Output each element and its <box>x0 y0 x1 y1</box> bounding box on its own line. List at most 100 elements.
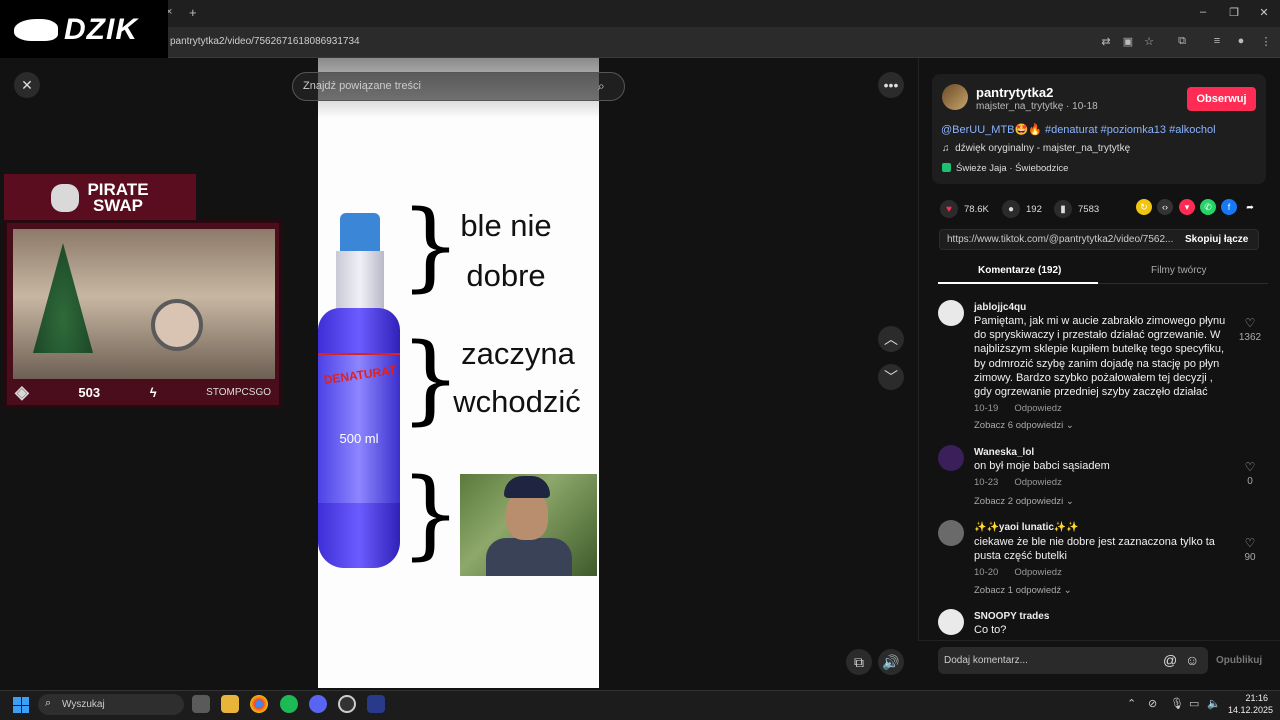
comment-like-count: 0 <box>1247 476 1253 487</box>
system-clock[interactable]: 21:16 14.12.2025 <box>1228 692 1273 716</box>
comment-text: on był moje babci sąsiadem <box>974 460 1110 472</box>
mention-icon[interactable]: @ <box>1163 652 1177 668</box>
send-icon[interactable]: ▾ <box>1179 199 1195 215</box>
reading-list-icon[interactable]: ≡ <box>1209 35 1225 47</box>
emoji-icon[interactable]: ☺ <box>1185 652 1199 668</box>
menu-icon[interactable]: ⋮ <box>1258 35 1274 48</box>
reply-button[interactable]: Odpowiedz <box>1014 567 1062 578</box>
speaker-icon: 🔊 <box>882 653 900 670</box>
meme-text-1a: ble nie <box>460 208 552 243</box>
microphone-icon[interactable]: 🎙 <box>1170 697 1184 710</box>
reply-button[interactable]: Odpowiedz <box>1014 477 1062 488</box>
comment-meta: 10-23 Odpowiedz <box>974 477 1062 488</box>
share-arrow-icon[interactable]: ➦ <box>1242 199 1258 215</box>
comment-meta: 10-20 Odpowiedz <box>974 567 1062 578</box>
display-icon[interactable]: ▭ <box>1189 697 1199 710</box>
sound-info[interactable]: ♫ dźwięk oryginalny - majster_na_trytytk… <box>942 143 1130 154</box>
close-window-button[interactable]: ✕ <box>1254 6 1274 19</box>
file-explorer-icon[interactable] <box>221 695 239 713</box>
obs-icon[interactable] <box>338 695 356 713</box>
heart-icon: ♥ <box>940 200 958 218</box>
floating-player-button[interactable]: ⧉ <box>846 649 872 675</box>
post-caption[interactable]: @BerUU_MTB🤩🔥 #denaturat #poziomka13 #alk… <box>941 123 1216 136</box>
author-subline: majster_na_trytytkę · 10-18 <box>976 101 1098 112</box>
minimize-button[interactable]: – <box>1193 6 1213 18</box>
volume-button[interactable]: 🔊 <box>878 649 904 675</box>
brace-icon: } <box>400 458 462 570</box>
like-stat[interactable]: ♥ 78.6K <box>940 200 989 218</box>
streamer <box>151 299 203 351</box>
windows-start-icon[interactable] <box>13 697 29 713</box>
tab-comments[interactable]: Komentarze (192) <box>978 265 1061 276</box>
chrome-icon[interactable] <box>250 695 268 713</box>
comment-author[interactable]: jablojjc4qu <box>974 302 1026 313</box>
meme-text-2b: wchodzić <box>453 384 581 419</box>
maximize-button[interactable]: ❐ <box>1224 6 1244 19</box>
discord-icon[interactable] <box>309 695 327 713</box>
search-icon[interactable]: ⌕ <box>598 79 612 93</box>
chevron-up-icon[interactable]: ⌃ <box>1127 697 1136 710</box>
comment-author[interactable]: Waneska_lol <box>974 447 1034 458</box>
man-face-image <box>460 474 597 576</box>
copy-link-button[interactable]: Skopiuj łącze <box>1185 234 1248 245</box>
close-video-button[interactable]: ✕ <box>14 72 40 98</box>
commenter-avatar[interactable] <box>938 520 964 546</box>
facebook-icon[interactable]: f <box>1221 199 1237 215</box>
embed-icon[interactable]: ‹› <box>1157 199 1173 215</box>
denaturat-bottle-image: DENATURAT 500 ml <box>318 213 400 573</box>
spotify-icon[interactable] <box>280 695 298 713</box>
comment-like-count: 90 <box>1244 552 1256 563</box>
author-avatar[interactable] <box>942 84 968 110</box>
taskbar-search[interactable]: Wyszukaj <box>38 694 184 715</box>
profile-icon[interactable]: ● <box>1233 35 1249 47</box>
save-stat[interactable]: ▮ 7583 <box>1054 200 1099 218</box>
comment-like-icon[interactable]: ♡ <box>1235 316 1265 330</box>
christmas-tree <box>33 243 93 353</box>
youtube-channel: STOMPCSGO <box>206 386 271 398</box>
install-icon[interactable]: ▣ <box>1120 35 1136 48</box>
commenter-avatar[interactable] <box>938 300 964 326</box>
new-tab-button[interactable]: + <box>189 5 197 20</box>
view-replies-button[interactable]: Zobacz 1 odpowiedź ⌄ <box>974 585 1072 596</box>
comment-like-icon[interactable]: ♡ <box>1235 536 1265 550</box>
next-video-button[interactable]: ﹀ <box>878 364 904 390</box>
meme-text-2a: zaczyna <box>461 336 575 371</box>
author-username[interactable]: pantrytytka2 <box>976 85 1053 100</box>
tab-creator-videos[interactable]: Filmy twórcy <box>1151 265 1207 276</box>
repost-icon[interactable]: ↻ <box>1136 199 1152 215</box>
extensions-icon[interactable]: ⧉ <box>1174 35 1190 48</box>
video-player[interactable]: DENATURAT 500 ml } ble nie dobre } zaczy… <box>318 58 599 688</box>
more-options-button[interactable]: ••• <box>878 72 904 98</box>
url-text[interactable]: pantrytytka2/video/7562671618086931734 <box>170 36 360 47</box>
publish-button[interactable]: Opublikuj <box>1216 655 1262 666</box>
view-replies-button[interactable]: Zobacz 6 odpowiedzi ⌄ <box>974 420 1074 431</box>
related-search-input[interactable]: Znajdź powiązane treści <box>292 72 625 101</box>
chevron-down-icon: ﹀ <box>884 369 898 385</box>
bookmark-star-icon[interactable]: ☆ <box>1141 35 1157 48</box>
translate-icon[interactable]: ⇄ <box>1098 35 1114 48</box>
close-icon: ✕ <box>21 76 33 93</box>
lightning-icon: ϟ <box>149 384 157 400</box>
comment-text: Pamiętam, jak mi w aucie zabrakło zimowe… <box>974 315 1226 399</box>
previous-video-button[interactable]: ︿ <box>878 326 904 352</box>
music-note-icon: ♫ <box>942 143 953 154</box>
bookmark-icon: ▮ <box>1054 200 1072 218</box>
whatsapp-icon[interactable]: ✆ <box>1200 199 1216 215</box>
comment-stat[interactable]: ● 192 <box>1002 200 1042 218</box>
network-off-icon[interactable]: ⊘ <box>1148 697 1157 710</box>
comment-author[interactable]: ✨✨yaoi lunatic✨✨ <box>974 522 1079 533</box>
comment-author[interactable]: SNOOPY trades <box>974 611 1049 622</box>
view-replies-button[interactable]: Zobacz 2 odpowiedzi ⌄ <box>974 496 1074 507</box>
app-icon[interactable] <box>367 695 385 713</box>
commenter-avatar[interactable] <box>938 609 964 635</box>
location-icon <box>942 163 951 172</box>
location-info[interactable]: Świeże Jaja · Świebodzice <box>942 163 1068 174</box>
pirate-swap-banner: PIRATE SWAP <box>4 174 196 222</box>
commenter-avatar[interactable] <box>938 445 964 471</box>
comment-like-icon[interactable]: ♡ <box>1235 460 1265 474</box>
video-link[interactable]: https://www.tiktok.com/@pantrytytka2/vid… <box>947 234 1175 245</box>
volume-icon[interactable]: 🔈 <box>1207 697 1221 710</box>
task-view-icon[interactable] <box>192 695 210 713</box>
follow-button[interactable]: Obserwuj <box>1187 87 1256 111</box>
reply-button[interactable]: Odpowiedz <box>1014 403 1062 414</box>
